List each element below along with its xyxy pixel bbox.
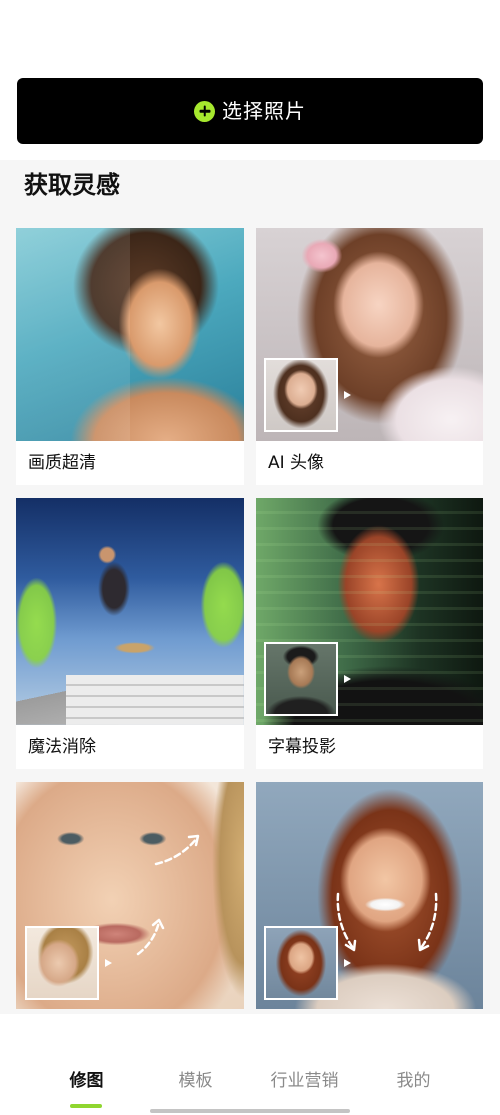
card-label: 魔法消除 (16, 725, 244, 769)
card-ai-avatar[interactable]: AI 头像 (256, 228, 483, 485)
card-photo (256, 782, 483, 1009)
arrow-right-icon (105, 959, 112, 967)
before-thumbnail (264, 642, 338, 716)
card-photo (16, 782, 244, 1009)
tab-templates[interactable]: 模板 (141, 1068, 250, 1094)
active-tab-indicator (70, 1104, 102, 1108)
card-face-contour[interactable] (16, 782, 244, 1009)
card-photo (16, 498, 244, 725)
card-photo (256, 498, 483, 725)
card-label: AI 头像 (256, 441, 483, 485)
select-photo-label: 选择照片 (222, 99, 306, 123)
tab-edit-photo[interactable]: 修图 (32, 1068, 141, 1094)
app-screen: 选择照片 获取灵感 画质超清 AI 头像 魔法消除 字幕投影 修图 模板 行业营… (0, 0, 500, 1115)
before-thumbnail (264, 926, 338, 1000)
card-caption-projection[interactable]: 字幕投影 (256, 498, 483, 769)
tab-industry-marketing[interactable]: 行业营销 (250, 1068, 359, 1094)
arrow-right-icon (344, 391, 351, 399)
before-thumbnail (25, 926, 99, 1000)
card-label: 字幕投影 (256, 725, 483, 769)
section-title: 获取灵感 (24, 171, 120, 199)
card-label: 画质超清 (16, 441, 244, 485)
card-photo (256, 228, 483, 441)
select-photo-button[interactable]: 选择照片 (17, 78, 483, 144)
plus-circle-icon (194, 100, 215, 122)
home-indicator[interactable] (150, 1109, 350, 1113)
tab-mine[interactable]: 我的 (359, 1068, 468, 1094)
arrow-right-icon (344, 959, 351, 967)
card-face-slim[interactable] (256, 782, 483, 1009)
card-photo (16, 228, 244, 441)
card-magic-erase[interactable]: 魔法消除 (16, 498, 244, 769)
arrow-right-icon (344, 675, 351, 683)
bottom-tab-bar: 修图 模板 行业营销 我的 (0, 1014, 500, 1115)
card-image-enhance[interactable]: 画质超清 (16, 228, 244, 485)
before-thumbnail (264, 358, 338, 432)
